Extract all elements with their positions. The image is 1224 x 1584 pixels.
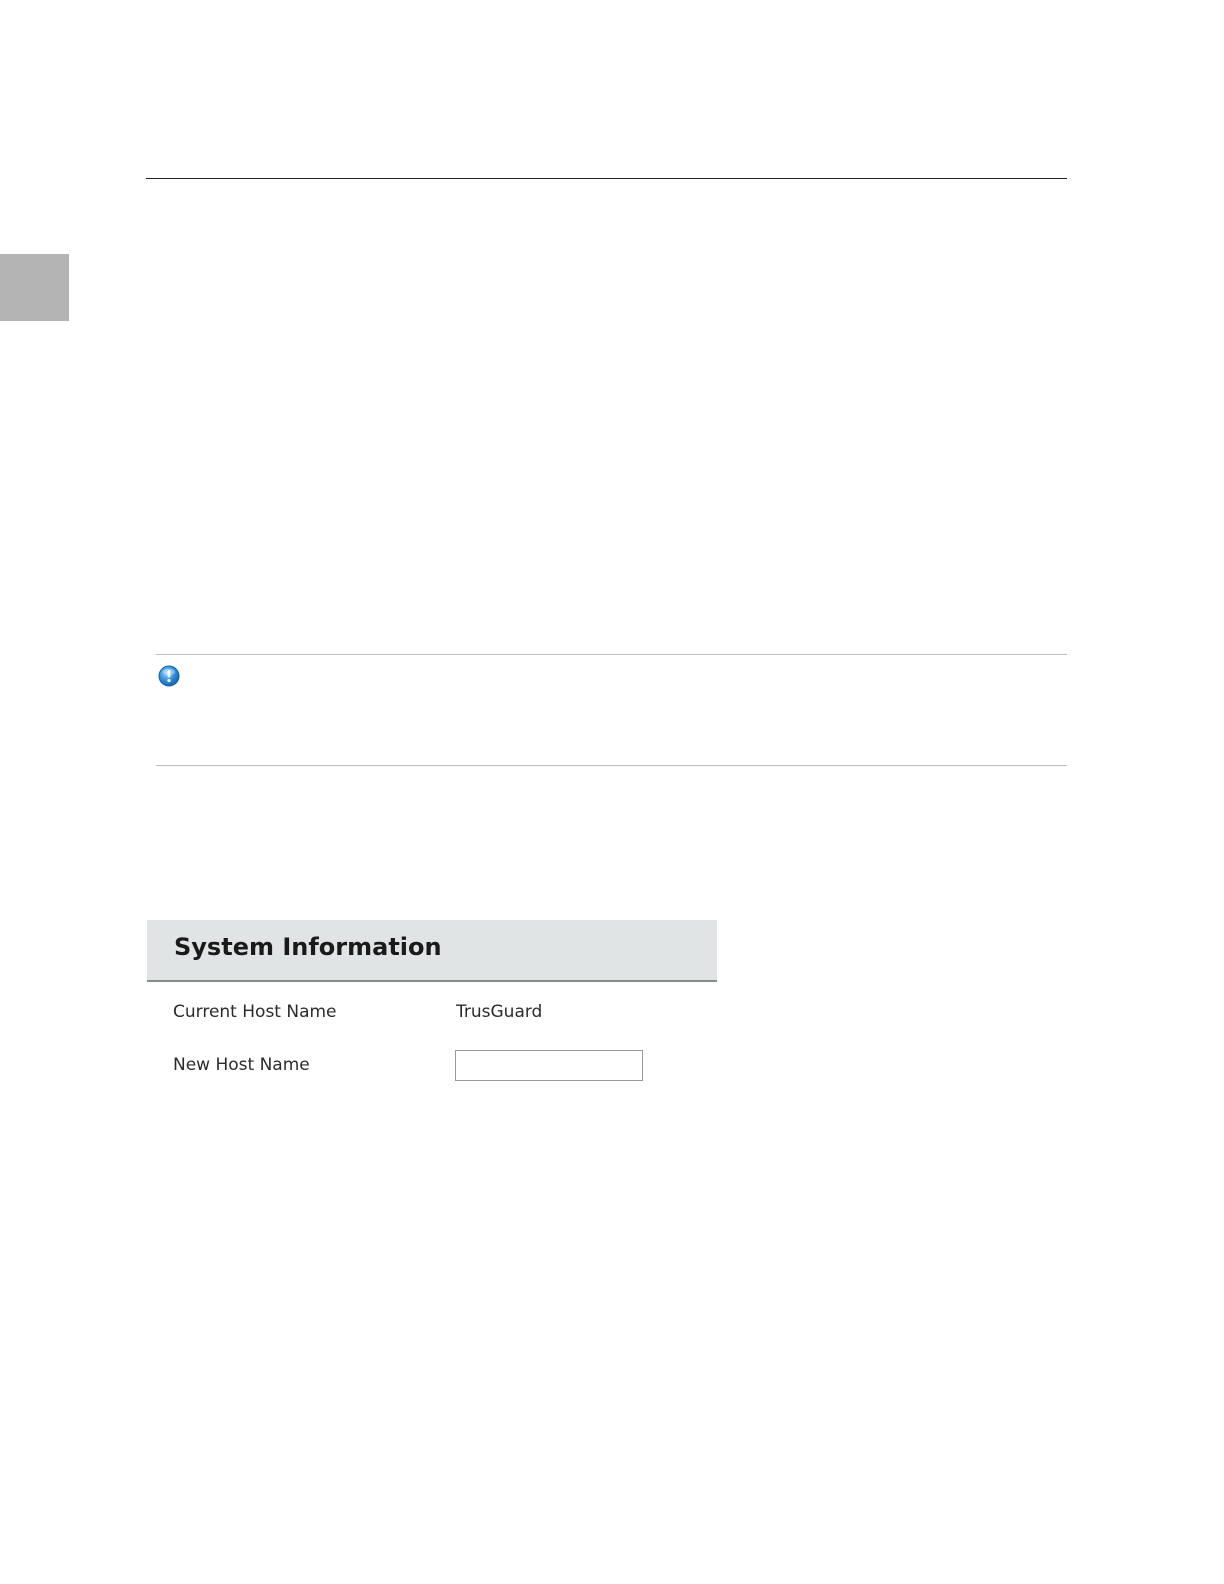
system-information-panel: System Information Current Host Name Tru…	[147, 920, 717, 1100]
panel-title: System Information	[174, 933, 442, 961]
current-host-name-value: TrusGuard	[456, 1002, 543, 1022]
page-header-rule	[146, 178, 1067, 179]
chapter-tab-marker	[0, 254, 69, 321]
new-host-name-label: New Host Name	[173, 1055, 310, 1075]
new-host-name-input[interactable]	[455, 1050, 643, 1081]
current-host-name-label: Current Host Name	[173, 1002, 337, 1022]
info-icon	[158, 665, 180, 687]
note-box	[156, 654, 1067, 766]
panel-header: System Information	[147, 920, 717, 982]
